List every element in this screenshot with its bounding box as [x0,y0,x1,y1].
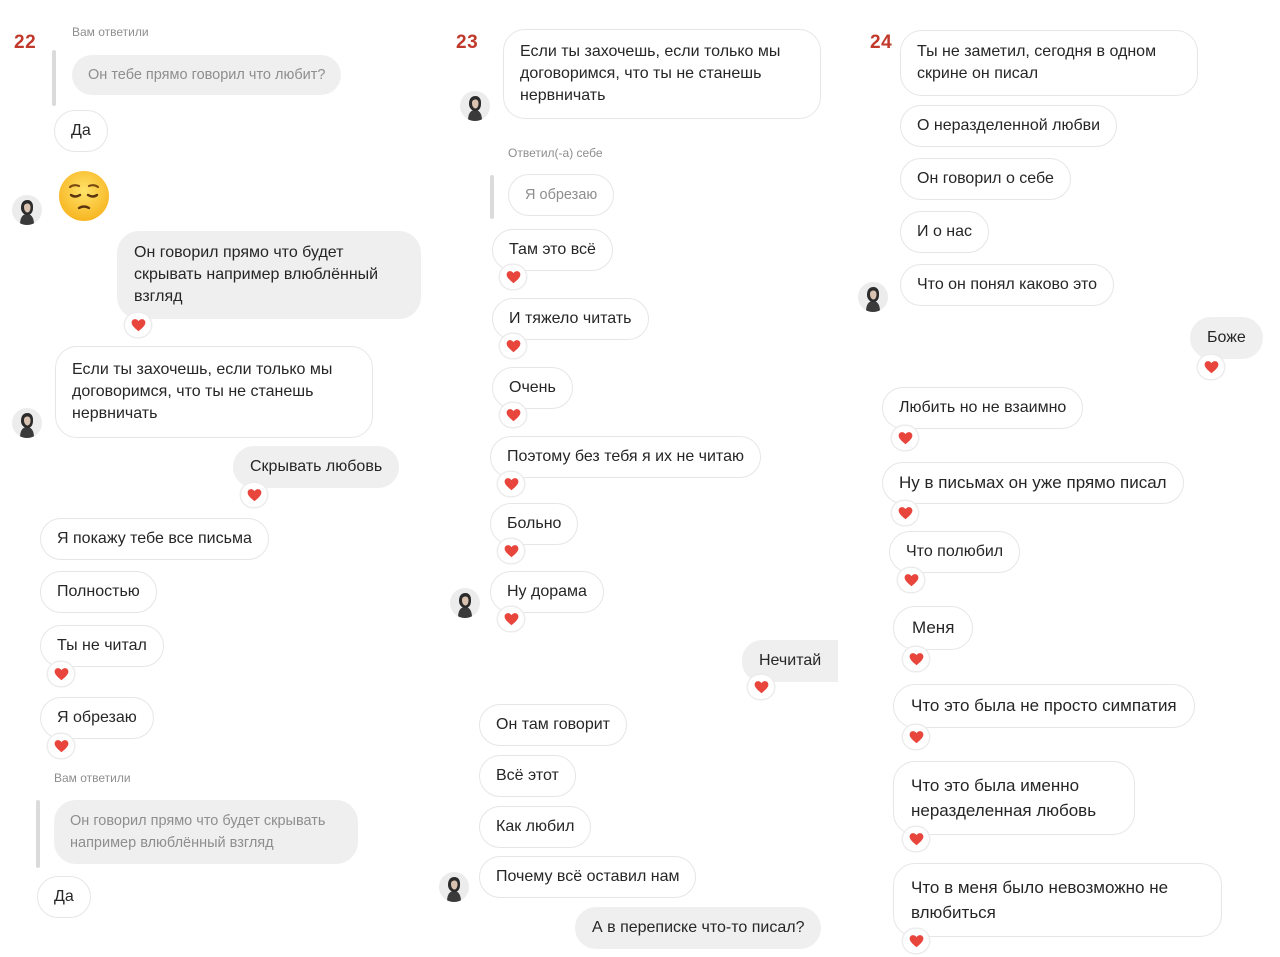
heart-icon [748,675,774,699]
chat-panel-22: 22 Вам ответили Он тебе прямо говорил чт… [0,0,430,957]
panel-number: 23 [456,32,479,53]
heart-icon [241,483,267,507]
message-incoming[interactable]: Любить но не взаимно [882,387,1084,429]
heart-icon [125,313,151,337]
panel-number: 24 [870,32,893,53]
pensive-face-emoji[interactable] [58,170,110,222]
quoted-message[interactable]: Я обрезаю [508,174,615,216]
heart-icon [498,539,524,563]
message-incoming[interactable]: Что это была не просто симпатия [893,684,1195,728]
message-incoming[interactable]: Ты не заметил, сегодня в одном скрине он… [900,30,1198,96]
heart-icon [1198,355,1224,379]
heart-icon [500,334,526,358]
message-incoming[interactable]: Да [37,876,91,918]
chat-panel-23: 23 Если ты захочешь, если только мы дого… [430,0,860,957]
message-incoming[interactable]: Больно [490,503,579,545]
message-incoming[interactable]: И о нас [900,211,990,253]
message-outgoing[interactable]: Боже [1190,317,1263,359]
heart-icon [500,403,526,427]
quote-bar [490,175,494,219]
message-incoming[interactable]: Всё этот [479,755,576,797]
reply-label: Вам ответили [54,771,131,785]
message-incoming[interactable]: О неразделенной любви [900,105,1118,147]
message-incoming[interactable]: Что это была именно неразделенная любовь [893,761,1135,835]
message-outgoing[interactable]: Он говорил прямо что будет скрывать напр… [117,231,421,319]
message-outgoing[interactable]: Скрывать любовь [233,446,400,488]
heart-icon [892,501,918,525]
avatar-icon[interactable] [858,282,888,312]
chat-panel-24: 24 Ты не заметил, сегодня в одном скрине… [858,0,1280,957]
heart-icon [500,265,526,289]
avatar-icon[interactable] [12,408,42,438]
heart-icon [903,725,929,749]
heart-icon [903,647,929,671]
panel-number: 22 [14,32,37,53]
heart-icon [48,734,74,758]
message-incoming[interactable]: Как любил [479,806,592,848]
heart-icon [903,827,929,851]
message-incoming[interactable]: Я покажу тебе все письма [40,518,269,560]
heart-icon [892,426,918,450]
message-incoming[interactable]: Если ты захочешь, если только мы договор… [55,346,373,438]
quoted-message[interactable]: Он тебе прямо говорил что любит? [72,55,342,95]
reply-label: Вам ответили [72,25,149,39]
message-incoming[interactable]: Поэтому без тебя я их не читаю [490,436,761,478]
heart-icon [498,472,524,496]
avatar-icon[interactable] [12,195,42,225]
message-incoming[interactable]: Он говорил о себе [900,158,1071,200]
message-incoming[interactable]: Меня [893,606,974,650]
heart-icon [898,568,924,592]
avatar-icon[interactable] [460,91,490,121]
message-incoming[interactable]: Он там говорит [479,704,627,746]
message-incoming[interactable]: Что полюбил [889,531,1021,573]
message-incoming[interactable]: Почему всё оставил нам [479,856,697,898]
avatar-icon[interactable] [450,588,480,618]
message-incoming[interactable]: Я обрезаю [40,697,154,739]
message-incoming[interactable]: Если ты захочешь, если только мы договор… [503,29,821,119]
heart-icon [48,662,74,686]
quote-bar [36,800,40,868]
message-incoming[interactable]: Полностью [40,571,157,613]
message-incoming[interactable]: Очень [492,367,573,409]
message-incoming[interactable]: Ты не читал [40,625,164,667]
reply-label: Ответил(-а) себе [508,146,603,160]
quoted-message[interactable]: Он говорил прямо что будет скрывать напр… [54,800,358,864]
message-incoming[interactable]: Что он понял каково это [900,264,1115,306]
message-incoming[interactable]: Что в меня было невозможно не влюбиться [893,863,1222,937]
quote-bar [52,50,56,106]
message-incoming[interactable]: Ну в письмах он уже прямо писал [882,462,1184,504]
message-incoming[interactable]: Да [54,110,108,152]
avatar-icon[interactable] [439,872,469,902]
message-outgoing[interactable]: А в переписке что-то писал? [575,907,822,949]
heart-icon [903,929,929,953]
heart-icon [498,607,524,631]
